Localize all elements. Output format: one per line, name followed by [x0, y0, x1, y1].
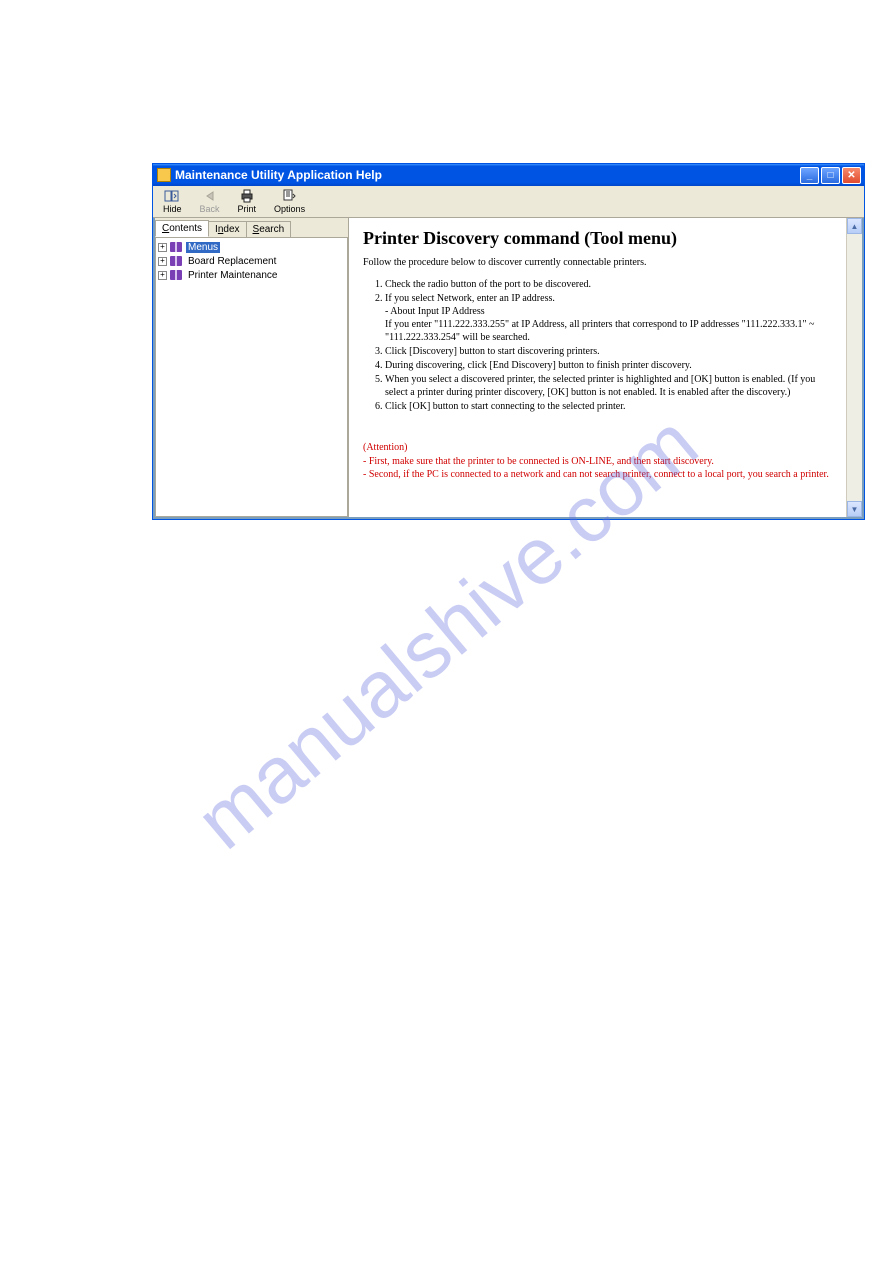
book-icon [170, 270, 182, 280]
tree-item-menus[interactable]: + Menus [158, 240, 345, 254]
options-label: Options [274, 204, 305, 214]
content-pane: Printer Discovery command (Tool menu) Fo… [349, 218, 862, 517]
nav-tabs: Contents Index Search [155, 218, 348, 237]
close-button[interactable]: ✕ [842, 167, 861, 184]
step-1: Check the radio button of the port to be… [385, 278, 832, 291]
contents-tree[interactable]: + Menus + Board Replacement + Printer Ma… [155, 237, 348, 517]
tab-index[interactable]: Index [208, 221, 246, 237]
attention-block: (Attention) - First, make sure that the … [363, 441, 832, 482]
tree-label: Board Replacement [186, 256, 278, 267]
print-icon [239, 189, 255, 203]
step-6: Click [OK] button to start connecting to… [385, 400, 832, 413]
tab-search-accel: S [253, 224, 260, 235]
content-heading: Printer Discovery command (Tool menu) [363, 228, 832, 249]
app-icon [157, 168, 171, 182]
attention-line-2: - Second, if the PC is connected to a ne… [363, 468, 832, 482]
attention-line-1: - First, make sure that the printer to b… [363, 455, 832, 469]
procedure-list: Check the radio button of the port to be… [385, 278, 832, 413]
tree-item-board-replacement[interactable]: + Board Replacement [158, 254, 345, 268]
scroll-down-button[interactable]: ▼ [847, 501, 862, 517]
print-label: Print [238, 204, 257, 214]
expand-icon[interactable]: + [158, 271, 167, 280]
step-3: Click [Discovery] button to start discov… [385, 345, 832, 358]
scroll-up-button[interactable]: ▲ [847, 218, 862, 234]
back-label: Back [200, 204, 220, 214]
book-icon [170, 256, 182, 266]
step-2: If you select Network, enter an IP addre… [385, 292, 832, 344]
back-icon [202, 189, 218, 203]
options-button[interactable]: Options [270, 188, 309, 215]
content-intro: Follow the procedure below to discover c… [363, 257, 832, 268]
minimize-button[interactable]: _ [800, 167, 819, 184]
options-icon [282, 189, 298, 203]
hide-button[interactable]: Hide [159, 188, 186, 215]
hide-label: Hide [163, 204, 182, 214]
attention-label: (Attention) [363, 441, 832, 455]
maximize-button[interactable]: □ [821, 167, 840, 184]
back-button[interactable]: Back [196, 188, 224, 215]
book-icon [170, 242, 182, 252]
help-content: Printer Discovery command (Tool menu) Fo… [349, 218, 846, 517]
tree-label: Printer Maintenance [186, 270, 280, 281]
step-2-sub2: If you enter "111.222.333.255" at IP Add… [385, 318, 832, 344]
scroll-track[interactable] [847, 234, 862, 501]
step-2-text: If you select Network, enter an IP addre… [385, 293, 555, 304]
titlebar: Maintenance Utility Application Help _ □… [153, 164, 864, 186]
vertical-scrollbar[interactable]: ▲ ▼ [846, 218, 862, 517]
expand-icon[interactable]: + [158, 243, 167, 252]
tree-label: Menus [186, 242, 220, 253]
tab-index-accel: n [218, 224, 224, 235]
tree-item-printer-maintenance[interactable]: + Printer Maintenance [158, 268, 345, 282]
print-button[interactable]: Print [234, 188, 261, 215]
tab-contents[interactable]: Contents [155, 220, 209, 237]
toolbar: Hide Back Print Options [153, 186, 864, 218]
step-4: During discovering, click [End Discovery… [385, 359, 832, 372]
help-window: Maintenance Utility Application Help _ □… [152, 163, 865, 520]
step-2-sub1: - About Input IP Address [385, 305, 832, 318]
expand-icon[interactable]: + [158, 257, 167, 266]
tab-contents-accel: C [162, 223, 169, 234]
hide-icon [164, 189, 180, 203]
main-panes: Contents Index Search + Menus + Board Re… [153, 218, 864, 519]
step-5: When you select a discovered printer, th… [385, 373, 832, 399]
navigation-pane: Contents Index Search + Menus + Board Re… [155, 218, 349, 517]
window-title: Maintenance Utility Application Help [175, 168, 800, 182]
tab-search[interactable]: Search [246, 221, 292, 237]
